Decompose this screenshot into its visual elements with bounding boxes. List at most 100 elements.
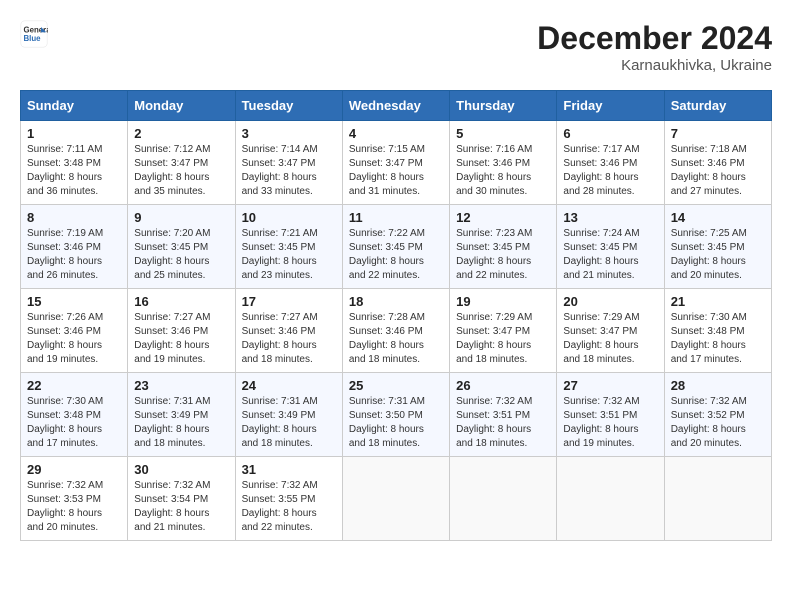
day-cell: 8 Sunrise: 7:19 AMSunset: 3:46 PMDayligh… — [21, 205, 128, 289]
day-number: 3 — [242, 126, 336, 141]
day-number: 22 — [27, 378, 121, 393]
cell-info: Sunrise: 7:15 AMSunset: 3:47 PMDaylight:… — [349, 143, 443, 199]
day-cell: 17 Sunrise: 7:27 AMSunset: 3:46 PMDaylig… — [235, 289, 342, 373]
cell-info: Sunrise: 7:18 AMSunset: 3:46 PMDaylight:… — [671, 143, 765, 199]
col-header-wednesday: Wednesday — [342, 91, 449, 121]
col-header-sunday: Sunday — [21, 91, 128, 121]
cell-info: Sunrise: 7:32 AMSunset: 3:54 PMDaylight:… — [134, 479, 228, 535]
day-cell: 7 Sunrise: 7:18 AMSunset: 3:46 PMDayligh… — [664, 121, 771, 205]
day-cell: 23 Sunrise: 7:31 AMSunset: 3:49 PMDaylig… — [128, 373, 235, 457]
day-cell: 6 Sunrise: 7:17 AMSunset: 3:46 PMDayligh… — [557, 121, 664, 205]
logo-icon: General Blue — [20, 20, 48, 48]
day-cell — [450, 457, 557, 541]
day-cell: 5 Sunrise: 7:16 AMSunset: 3:46 PMDayligh… — [450, 121, 557, 205]
cell-info: Sunrise: 7:31 AMSunset: 3:49 PMDaylight:… — [242, 395, 336, 451]
day-cell: 29 Sunrise: 7:32 AMSunset: 3:53 PMDaylig… — [21, 457, 128, 541]
day-number: 29 — [27, 462, 121, 477]
day-number: 20 — [563, 294, 657, 309]
cell-info: Sunrise: 7:26 AMSunset: 3:46 PMDaylight:… — [27, 311, 121, 367]
day-number: 1 — [27, 126, 121, 141]
cell-info: Sunrise: 7:27 AMSunset: 3:46 PMDaylight:… — [134, 311, 228, 367]
day-number: 17 — [242, 294, 336, 309]
day-cell: 22 Sunrise: 7:30 AMSunset: 3:48 PMDaylig… — [21, 373, 128, 457]
week-row-3: 15 Sunrise: 7:26 AMSunset: 3:46 PMDaylig… — [21, 289, 772, 373]
day-cell: 26 Sunrise: 7:32 AMSunset: 3:51 PMDaylig… — [450, 373, 557, 457]
day-cell: 4 Sunrise: 7:15 AMSunset: 3:47 PMDayligh… — [342, 121, 449, 205]
week-row-4: 22 Sunrise: 7:30 AMSunset: 3:48 PMDaylig… — [21, 373, 772, 457]
day-cell: 25 Sunrise: 7:31 AMSunset: 3:50 PMDaylig… — [342, 373, 449, 457]
cell-info: Sunrise: 7:14 AMSunset: 3:47 PMDaylight:… — [242, 143, 336, 199]
day-number: 28 — [671, 378, 765, 393]
day-number: 30 — [134, 462, 228, 477]
cell-info: Sunrise: 7:32 AMSunset: 3:53 PMDaylight:… — [27, 479, 121, 535]
day-cell: 12 Sunrise: 7:23 AMSunset: 3:45 PMDaylig… — [450, 205, 557, 289]
day-number: 21 — [671, 294, 765, 309]
day-cell: 27 Sunrise: 7:32 AMSunset: 3:51 PMDaylig… — [557, 373, 664, 457]
day-number: 6 — [563, 126, 657, 141]
cell-info: Sunrise: 7:20 AMSunset: 3:45 PMDaylight:… — [134, 227, 228, 283]
day-number: 11 — [349, 210, 443, 225]
day-number: 18 — [349, 294, 443, 309]
day-number: 14 — [671, 210, 765, 225]
day-number: 4 — [349, 126, 443, 141]
svg-text:Blue: Blue — [24, 34, 42, 43]
cell-info: Sunrise: 7:31 AMSunset: 3:50 PMDaylight:… — [349, 395, 443, 451]
day-number: 19 — [456, 294, 550, 309]
day-number: 27 — [563, 378, 657, 393]
col-header-saturday: Saturday — [664, 91, 771, 121]
logo: General Blue — [20, 20, 48, 48]
cell-info: Sunrise: 7:25 AMSunset: 3:45 PMDaylight:… — [671, 227, 765, 283]
cell-info: Sunrise: 7:29 AMSunset: 3:47 PMDaylight:… — [563, 311, 657, 367]
day-cell — [664, 457, 771, 541]
day-number: 5 — [456, 126, 550, 141]
col-header-tuesday: Tuesday — [235, 91, 342, 121]
location: Karnaukhivka, Ukraine — [537, 57, 772, 74]
day-cell: 2 Sunrise: 7:12 AMSunset: 3:47 PMDayligh… — [128, 121, 235, 205]
day-number: 8 — [27, 210, 121, 225]
col-header-monday: Monday — [128, 91, 235, 121]
cell-info: Sunrise: 7:19 AMSunset: 3:46 PMDaylight:… — [27, 227, 121, 283]
cell-info: Sunrise: 7:17 AMSunset: 3:46 PMDaylight:… — [563, 143, 657, 199]
day-number: 12 — [456, 210, 550, 225]
title-block: December 2024 Karnaukhivka, Ukraine — [537, 20, 772, 74]
day-cell: 10 Sunrise: 7:21 AMSunset: 3:45 PMDaylig… — [235, 205, 342, 289]
cell-info: Sunrise: 7:23 AMSunset: 3:45 PMDaylight:… — [456, 227, 550, 283]
day-cell: 30 Sunrise: 7:32 AMSunset: 3:54 PMDaylig… — [128, 457, 235, 541]
day-cell: 13 Sunrise: 7:24 AMSunset: 3:45 PMDaylig… — [557, 205, 664, 289]
cell-info: Sunrise: 7:11 AMSunset: 3:48 PMDaylight:… — [27, 143, 121, 199]
month-title: December 2024 — [537, 20, 772, 57]
day-number: 23 — [134, 378, 228, 393]
day-number: 7 — [671, 126, 765, 141]
cell-info: Sunrise: 7:12 AMSunset: 3:47 PMDaylight:… — [134, 143, 228, 199]
day-cell — [342, 457, 449, 541]
svg-text:General: General — [24, 25, 49, 34]
col-header-thursday: Thursday — [450, 91, 557, 121]
cell-info: Sunrise: 7:22 AMSunset: 3:45 PMDaylight:… — [349, 227, 443, 283]
day-cell: 15 Sunrise: 7:26 AMSunset: 3:46 PMDaylig… — [21, 289, 128, 373]
week-row-2: 8 Sunrise: 7:19 AMSunset: 3:46 PMDayligh… — [21, 205, 772, 289]
day-number: 31 — [242, 462, 336, 477]
day-cell: 28 Sunrise: 7:32 AMSunset: 3:52 PMDaylig… — [664, 373, 771, 457]
day-cell: 20 Sunrise: 7:29 AMSunset: 3:47 PMDaylig… — [557, 289, 664, 373]
calendar-table: SundayMondayTuesdayWednesdayThursdayFrid… — [20, 90, 772, 541]
day-number: 15 — [27, 294, 121, 309]
cell-info: Sunrise: 7:32 AMSunset: 3:52 PMDaylight:… — [671, 395, 765, 451]
cell-info: Sunrise: 7:21 AMSunset: 3:45 PMDaylight:… — [242, 227, 336, 283]
cell-info: Sunrise: 7:31 AMSunset: 3:49 PMDaylight:… — [134, 395, 228, 451]
day-cell: 21 Sunrise: 7:30 AMSunset: 3:48 PMDaylig… — [664, 289, 771, 373]
day-cell: 31 Sunrise: 7:32 AMSunset: 3:55 PMDaylig… — [235, 457, 342, 541]
day-number: 25 — [349, 378, 443, 393]
day-cell: 1 Sunrise: 7:11 AMSunset: 3:48 PMDayligh… — [21, 121, 128, 205]
page-header: General Blue December 2024 Karnaukhivka,… — [20, 20, 772, 74]
day-cell: 3 Sunrise: 7:14 AMSunset: 3:47 PMDayligh… — [235, 121, 342, 205]
day-cell: 9 Sunrise: 7:20 AMSunset: 3:45 PMDayligh… — [128, 205, 235, 289]
day-number: 24 — [242, 378, 336, 393]
day-number: 13 — [563, 210, 657, 225]
day-cell: 24 Sunrise: 7:31 AMSunset: 3:49 PMDaylig… — [235, 373, 342, 457]
day-cell: 11 Sunrise: 7:22 AMSunset: 3:45 PMDaylig… — [342, 205, 449, 289]
week-row-5: 29 Sunrise: 7:32 AMSunset: 3:53 PMDaylig… — [21, 457, 772, 541]
day-number: 26 — [456, 378, 550, 393]
cell-info: Sunrise: 7:32 AMSunset: 3:55 PMDaylight:… — [242, 479, 336, 535]
day-cell: 19 Sunrise: 7:29 AMSunset: 3:47 PMDaylig… — [450, 289, 557, 373]
week-row-1: 1 Sunrise: 7:11 AMSunset: 3:48 PMDayligh… — [21, 121, 772, 205]
